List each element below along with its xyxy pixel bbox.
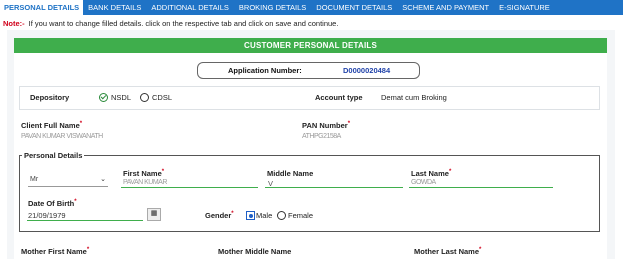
last-name-field[interactable]: GOWDA: [411, 179, 436, 186]
first-name-label: First Name*: [123, 169, 165, 178]
application-number-label: Application Number:: [228, 66, 302, 75]
first-name-underline: [121, 187, 258, 188]
tab-broking-details[interactable]: BROKING DETAILS: [234, 0, 311, 15]
client-full-name-label: Client Full Name*: [21, 121, 83, 130]
radio-cdsl[interactable]: [140, 93, 149, 102]
dob-underline: [27, 220, 143, 221]
section-title: CUSTOMER PERSONAL DETAILS: [14, 38, 607, 53]
application-number-value: D0000020484: [343, 66, 391, 75]
mother-middle-name-label: Mother Middle Name: [218, 247, 292, 256]
female-label: Female: [288, 211, 314, 220]
note-label: Note:-: [3, 19, 25, 28]
radio-female[interactable]: [277, 211, 286, 220]
note-text: If you want to change filled details. cl…: [28, 19, 339, 28]
title-select[interactable]: Mr ⌄: [28, 175, 108, 187]
client-full-name-field[interactable]: PAVAN KUMAR VISWANATH: [21, 133, 103, 140]
dob-label: Date Of Birth*: [28, 199, 77, 208]
tab-personal-details[interactable]: PERSONAL DETAILS: [0, 0, 84, 15]
tab-additional-details[interactable]: ADDITIONAL DETAILS: [146, 0, 234, 15]
last-name-label: Last Name*: [411, 169, 452, 178]
tab-scheme-and-payment[interactable]: SCHEME AND PAYMENT: [397, 0, 494, 15]
last-name-underline: [409, 187, 553, 188]
male-label: Male: [256, 211, 273, 220]
tab-bar: PERSONAL DETAILS BANK DETAILS ADDITIONAL…: [0, 0, 623, 15]
depository-label: Depository: [30, 93, 70, 102]
pan-number-field[interactable]: ATHPG2158A: [302, 133, 341, 140]
radio-nsdl[interactable]: [99, 93, 108, 102]
tab-document-details[interactable]: DOCUMENT DETAILS: [311, 0, 397, 15]
mother-last-name-label: Mother Last Name*: [414, 247, 482, 256]
calendar-icon[interactable]: ▦: [147, 208, 161, 221]
mother-first-name-label: Mother First Name*: [21, 247, 90, 256]
cdsl-label: CDSL: [152, 93, 173, 102]
pan-number-label: PAN Number*: [302, 121, 351, 130]
dob-field[interactable]: 21/09/1979: [28, 211, 66, 220]
tab-e-signature[interactable]: E-SIGNATURE: [494, 0, 555, 15]
first-name-field[interactable]: PAVAN KUMAR: [123, 179, 167, 186]
tab-bank-details[interactable]: BANK DETAILS: [83, 0, 146, 15]
chevron-down-icon: ⌄: [100, 176, 106, 183]
account-type-label: Account type: [315, 93, 363, 102]
middle-name-underline: [265, 187, 403, 188]
nsdl-label: NSDL: [111, 93, 132, 102]
gender-label: Gender*: [205, 211, 234, 220]
application-number-box: Application Number: D0000020484: [197, 62, 420, 79]
title-select-value: Mr: [30, 176, 39, 183]
radio-male[interactable]: [246, 211, 255, 220]
personal-details-legend: Personal Details: [22, 151, 85, 160]
account-type-value: Demat cum Broking: [381, 93, 447, 102]
middle-name-label: Middle Name: [267, 169, 314, 178]
note: Note:- If you want to change filled detai…: [3, 19, 338, 28]
